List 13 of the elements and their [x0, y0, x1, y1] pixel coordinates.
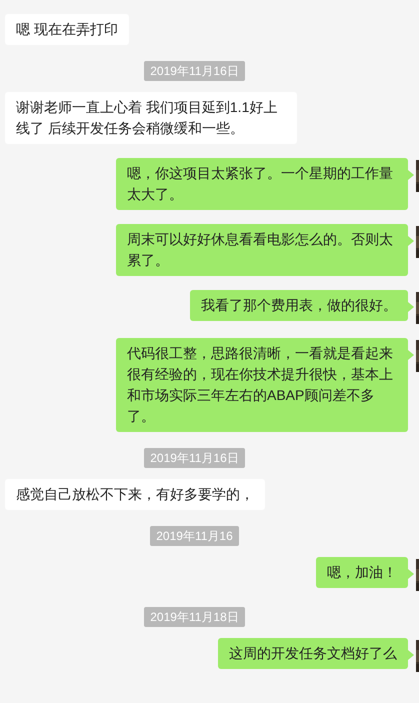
message-bubble: 这周的开发任务文档好了么 — [218, 638, 408, 669]
timestamp: 2019年11月16日 — [144, 61, 245, 81]
message-bubble: 代码很工整，思路很清晰，一看就是看起来很有经验的，现在你技术提升很快，基本上和市场实际三年左右的ABAP顾问差不多了。 — [116, 338, 408, 432]
timestamp: 2019年11月16日 — [144, 448, 245, 468]
message-bubble: 我看了那个费用表，做的很好。 — [190, 290, 408, 321]
timestamp: 2019年11月16 — [150, 526, 239, 546]
message-bubble: 感觉自己放松不下来，有好多要学的， — [5, 479, 265, 510]
message-bubble: 谢谢老师一直上心着 我们项目延到1.1好上线了 后续开发任务会稍微缓和一些。 — [5, 92, 297, 144]
message-bubble: 嗯 现在在弄打印 — [5, 14, 129, 45]
message-bubble: 嗯，你这项目太紧张了。一个星期的工作量太大了。 — [116, 158, 408, 210]
timestamp: 2019年11月18日 — [144, 607, 245, 627]
message-bubble: 周末可以好好休息看看电影怎么的。否则太累了。 — [116, 224, 408, 276]
message-bubble: 嗯，加油！ — [316, 557, 408, 588]
